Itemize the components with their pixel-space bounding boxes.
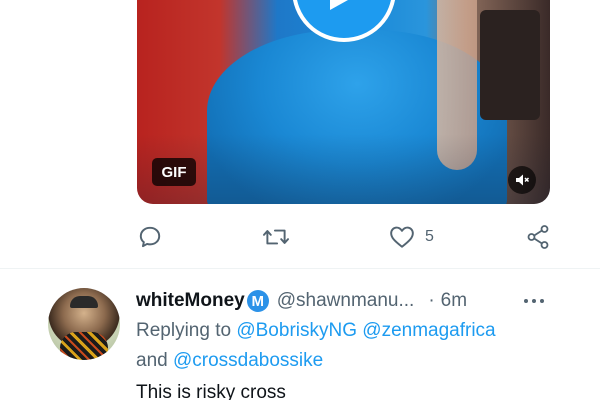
share-button[interactable] <box>526 222 550 252</box>
replying-to-line: Replying to @BobriskyNG @zenmagafrica <box>136 320 496 342</box>
reply-button[interactable] <box>137 222 163 252</box>
tweet-action-bar: 5 <box>0 222 600 256</box>
mention-crossdabossike[interactable]: @crossdabossike <box>173 350 323 371</box>
verified-badge-icon: M <box>246 290 269 312</box>
media-frame-background <box>480 10 540 120</box>
tweet-text: This is risky cross <box>136 382 286 400</box>
more-options-button[interactable] <box>524 290 544 312</box>
mute-button[interactable] <box>508 166 536 194</box>
speaker-mute-icon <box>516 174 530 186</box>
tweet-header: whiteMoney M @shawnmanu... · 6m <box>136 288 467 314</box>
mention-zenmagafrica[interactable]: @zenmagafrica <box>362 320 495 341</box>
gif-media-card[interactable]: GIF <box>137 0 550 204</box>
separator-dot: · <box>428 290 435 311</box>
avatar[interactable] <box>48 288 120 360</box>
display-name[interactable]: whiteMoney <box>136 290 245 312</box>
tweet-divider <box>0 268 600 269</box>
timestamp[interactable]: 6m <box>441 290 467 312</box>
user-handle[interactable]: @shawnmanu... <box>277 290 415 312</box>
retweet-button[interactable] <box>262 222 290 252</box>
more-horizontal-icon <box>524 299 528 303</box>
gif-badge: GIF <box>152 158 196 186</box>
and-label: and <box>136 350 168 371</box>
retweet-icon <box>262 229 290 245</box>
play-icon <box>330 0 348 10</box>
reply-icon <box>139 226 161 248</box>
heart-icon <box>390 226 414 248</box>
share-icon <box>527 225 549 249</box>
like-count: 5 <box>425 228 434 245</box>
like-button[interactable]: 5 <box>389 222 434 252</box>
mention-bobriskyng[interactable]: @BobriskyNG <box>236 320 357 341</box>
replying-to-line-2: and @crossdabossike <box>136 350 323 372</box>
replying-to-label: Replying to <box>136 320 232 341</box>
